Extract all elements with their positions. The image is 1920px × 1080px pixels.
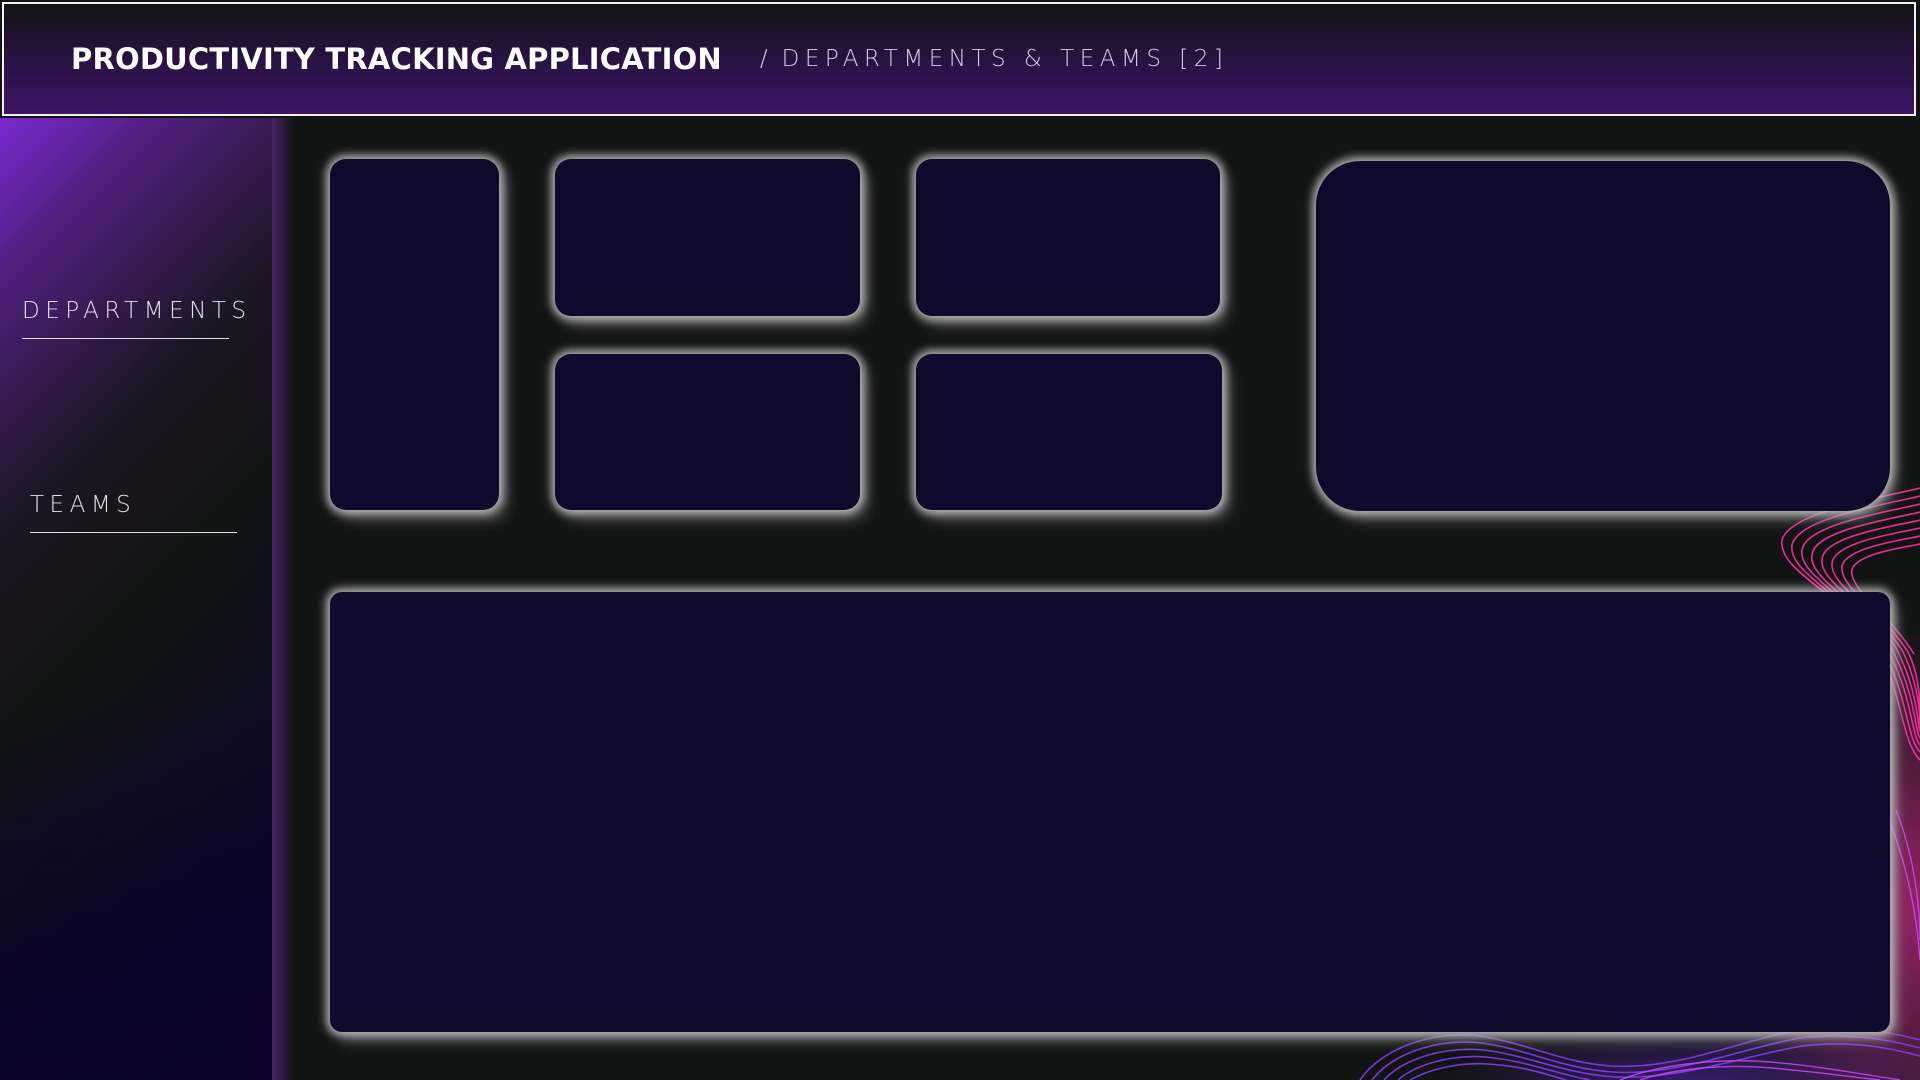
page-subtitle: DEPARTMENTS & TEAMS [2] <box>781 46 1229 72</box>
card-panel-wide <box>330 592 1890 1032</box>
app-title: PRODUCTIVITY TRACKING APPLICATION <box>71 42 722 76</box>
card-panel <box>916 159 1220 316</box>
sidebar-edge-glow <box>272 118 294 1080</box>
card-panel <box>916 354 1222 510</box>
sidebar-item-departments[interactable]: DEPARTMENTS <box>22 298 246 339</box>
card-panel <box>555 354 860 510</box>
card-panel <box>330 159 499 510</box>
card-panel <box>555 159 860 316</box>
sidebar: DEPARTMENTS TEAMS <box>0 118 272 1080</box>
card-panel-large <box>1316 161 1890 511</box>
sidebar-item-teams[interactable]: TEAMS <box>30 492 237 533</box>
app-window: PRODUCTIVITY TRACKING APPLICATION / DEPA… <box>0 0 1920 1080</box>
header-bar: PRODUCTIVITY TRACKING APPLICATION / DEPA… <box>2 2 1916 116</box>
breadcrumb-separator: / <box>759 46 768 72</box>
